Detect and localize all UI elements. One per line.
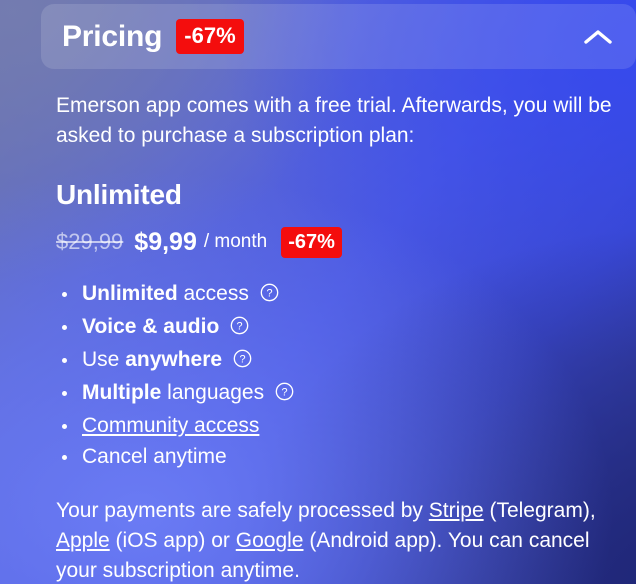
svg-text:?: ? xyxy=(237,320,243,332)
price-discount-badge: -67% xyxy=(281,226,342,258)
question-circle-icon: ? xyxy=(233,349,252,368)
apple-link[interactable]: Apple xyxy=(56,529,110,552)
list-item: Multiple languages ? xyxy=(56,378,614,410)
list-item: Cancel anytime xyxy=(56,442,614,472)
current-price: $9,99 xyxy=(134,227,197,256)
feature-label-rest: Cancel anytime xyxy=(82,444,227,468)
stripe-link[interactable]: Stripe xyxy=(429,499,484,522)
list-item: Voice & audio ? xyxy=(56,312,614,344)
page-title: Pricing xyxy=(62,19,163,53)
list-item: Community access xyxy=(56,411,614,441)
collapse-toggle-button[interactable] xyxy=(578,17,618,57)
svg-text:?: ? xyxy=(266,287,272,299)
feature-label-bold: Unlimited xyxy=(82,281,178,305)
help-icon[interactable]: ? xyxy=(260,281,279,311)
svg-text:?: ? xyxy=(239,353,245,365)
disclaimer-text-1: Your payments are safely processed by xyxy=(56,498,429,522)
feature-label-rest: access xyxy=(177,281,249,305)
chevron-up-icon xyxy=(584,29,612,44)
help-icon[interactable]: ? xyxy=(230,314,249,344)
feature-label-bold: Multiple xyxy=(82,380,162,404)
payment-disclaimer: Your payments are safely processed by St… xyxy=(56,496,614,584)
question-circle-icon: ? xyxy=(275,382,294,401)
feature-label-bold: anywhere xyxy=(125,347,223,371)
pricing-panel: Pricing -67% Emerson app comes with a fr… xyxy=(0,0,636,584)
feature-label-bold: Voice & audio xyxy=(82,314,220,338)
question-circle-icon: ? xyxy=(230,316,249,335)
svg-text:?: ? xyxy=(281,386,287,398)
header-discount-badge: -67% xyxy=(176,19,244,54)
feature-label-lead: Use xyxy=(82,347,126,371)
question-circle-icon: ? xyxy=(260,283,279,302)
feature-list: Unlimited access ? Voice & audio ? Use a… xyxy=(56,279,614,472)
pricing-section-header[interactable]: Pricing -67% xyxy=(41,4,636,69)
plan-title: Unlimited xyxy=(56,179,182,210)
help-icon[interactable]: ? xyxy=(233,347,252,377)
list-item: Unlimited access ? xyxy=(56,279,614,311)
intro-paragraph: Emerson app comes with a free trial. Aft… xyxy=(56,94,612,147)
disclaimer-text-3: (iOS app) or xyxy=(109,528,236,552)
community-access-link[interactable]: Community access xyxy=(82,414,259,437)
help-icon[interactable]: ? xyxy=(275,380,294,410)
list-item: Use anywhere ? xyxy=(56,345,614,377)
google-link[interactable]: Google xyxy=(236,529,304,552)
price-row: $29,99 $9,99 / month -67% xyxy=(56,226,614,258)
disclaimer-text-2: (Telegram), xyxy=(483,498,596,522)
billing-period: / month xyxy=(203,231,268,253)
original-price: $29,99 xyxy=(56,229,124,255)
pricing-content: Emerson app comes with a free trial. Aft… xyxy=(0,69,636,584)
feature-label-rest: languages xyxy=(161,380,265,404)
